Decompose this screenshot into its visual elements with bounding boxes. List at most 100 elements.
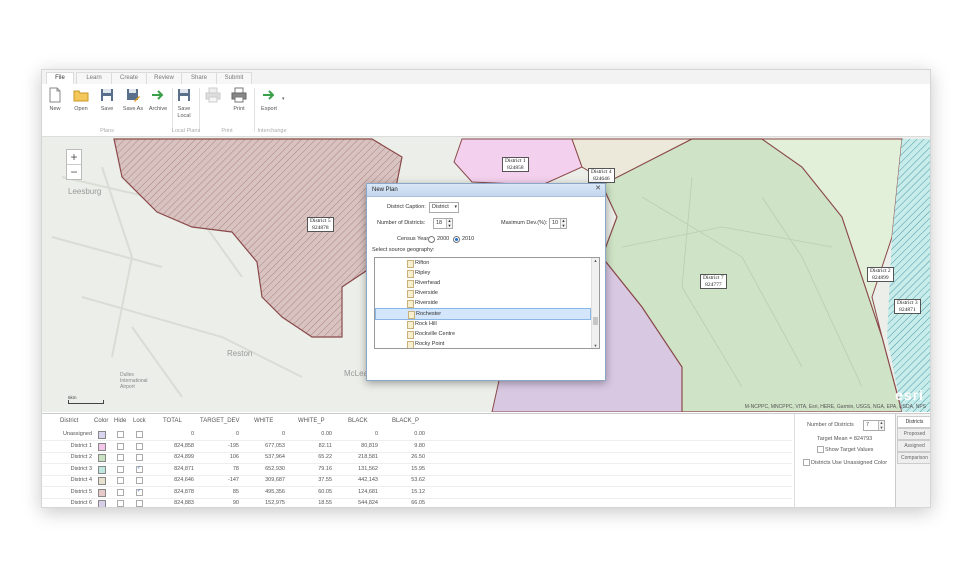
col-district[interactable]: District (60, 418, 78, 424)
lock-checkbox[interactable] (136, 477, 143, 484)
tab-share[interactable]: Share (181, 72, 217, 84)
white-p-cell: 79.16 (318, 465, 332, 472)
color-swatch[interactable] (98, 454, 106, 462)
hide-checkbox[interactable] (117, 431, 124, 438)
tab-assigned[interactable]: Assigned (897, 440, 930, 452)
print-button[interactable]: Print (227, 87, 251, 112)
show-target-checkbox[interactable] (817, 446, 824, 453)
list-item[interactable]: Riverside (375, 298, 589, 308)
list-item[interactable]: Riverside (375, 288, 589, 298)
chevron-down-icon: ▾ (454, 204, 457, 210)
color-swatch[interactable] (98, 465, 106, 474)
color-swatch[interactable] (98, 442, 106, 451)
col-target-dev[interactable]: TARGET_DEV (200, 418, 240, 424)
archive-button[interactable]: Archive (146, 87, 170, 112)
lock-checkbox[interactable] (136, 500, 143, 507)
hide-checkbox[interactable] (117, 465, 124, 473)
color-swatch[interactable] (98, 500, 106, 507)
col-color[interactable]: Color (94, 418, 108, 424)
list-item[interactable]: Rifton (375, 258, 589, 268)
col-total[interactable]: TOTAL (163, 418, 182, 424)
tab-create[interactable]: Create (111, 72, 147, 84)
scroll-thumb[interactable] (593, 317, 598, 325)
close-icon[interactable]: ✕ (595, 184, 601, 192)
lock-checkbox[interactable] (136, 431, 143, 438)
lock-checkbox[interactable] (136, 442, 143, 450)
new-button[interactable]: New (43, 87, 67, 112)
tab-submit[interactable]: Submit (216, 72, 252, 84)
ribbon-tabs: File Learn Create Review Share Submit (42, 70, 930, 85)
district-label-2[interactable]: District 2 824899 (867, 267, 894, 282)
document-icon (407, 341, 414, 348)
table-row[interactable]: Unassigned 0 0 0 0.00 0 0.00 (42, 429, 792, 441)
stepper-arrows-icon[interactable]: ▲ ▼ (878, 420, 884, 430)
zoom-out-button[interactable]: − (67, 165, 81, 179)
save-button[interactable]: Save (95, 87, 119, 112)
color-swatch[interactable] (98, 488, 106, 497)
hide-checkbox[interactable] (117, 500, 124, 507)
district-label-7[interactable]: District 7 824777 (700, 274, 727, 289)
tab-districts[interactable]: Districts (897, 416, 930, 428)
save-as-button[interactable]: Save As (121, 87, 145, 112)
color-swatch[interactable] (98, 477, 106, 485)
export-dropdown-icon[interactable]: ▾ (282, 96, 285, 102)
table-row[interactable]: District 3 824,871 78 652,930 79.16 131,562 15… (42, 464, 792, 476)
lock-checkbox[interactable] (136, 454, 143, 461)
tab-comparison[interactable]: Comparison (897, 452, 930, 464)
stepper-arrows-icon[interactable]: ▲ ▼ (446, 218, 452, 228)
open-button[interactable]: Open (69, 87, 93, 112)
district-label-3[interactable]: District 3 824871 (894, 299, 921, 314)
col-black[interactable]: BLACK (348, 418, 368, 424)
col-hide[interactable]: Hide (114, 418, 126, 424)
unassigned-color-checkbox[interactable] (803, 459, 810, 466)
col-white-p[interactable]: WHITE_P (298, 418, 325, 424)
list-item[interactable]: Ripley (375, 268, 589, 278)
col-white[interactable]: WHITE (254, 418, 273, 424)
table-row[interactable]: District 5 824,878 85 495,356 60.05 124,681 15… (42, 487, 792, 499)
tab-proposed[interactable]: Proposed (897, 428, 930, 440)
district-label-4[interactable]: District 4 824646 (588, 168, 615, 183)
side-num-districts-stepper[interactable]: 7 ▲ ▼ (863, 420, 885, 431)
group-label-interchange: Interchange (257, 128, 287, 134)
num-districts-stepper[interactable]: 18 ▲ ▼ (433, 218, 453, 229)
district-label-5[interactable]: District 5 824878 (307, 217, 334, 232)
table-row[interactable]: District 2 824,899 106 537,964 65.22 218,581 2… (42, 452, 792, 464)
table-row[interactable]: District 6 824,883 90 152,975 18.55 544,824 66… (42, 498, 792, 507)
census-2010-radio[interactable] (453, 236, 460, 243)
document-icon (407, 300, 414, 308)
list-scrollbar[interactable]: ▲ ▼ (591, 258, 599, 348)
table-row[interactable]: District 1 824,858 -195 677,053 82.11 80,819 9… (42, 441, 792, 453)
list-item[interactable]: Riverhead (375, 278, 589, 288)
max-dev-stepper[interactable]: 10 ▲ ▼ (549, 218, 567, 229)
district-label-1[interactable]: District 1 824858 (502, 157, 529, 172)
district-caption-select[interactable]: District ▾ (429, 202, 459, 213)
col-lock[interactable]: Lock (133, 418, 146, 424)
census-2000-radio[interactable] (428, 236, 435, 243)
scroll-down-icon[interactable]: ▼ (592, 343, 599, 348)
list-item[interactable]: Rockville Centre (375, 329, 589, 339)
color-swatch[interactable] (98, 431, 106, 439)
export-button[interactable]: Export (257, 87, 281, 112)
table-row[interactable]: District 4 824,646 -147 309,687 37.55 442,143… (42, 475, 792, 487)
source-geography-list[interactable]: Rifton Ripley Riverhead Riverside Rivers… (374, 257, 600, 349)
lock-checkbox[interactable] (136, 488, 143, 496)
hide-checkbox[interactable] (117, 477, 124, 484)
district-stats-panel: District Color Hide Lock TOTAL TARGET_DE… (42, 413, 930, 507)
zoom-in-button[interactable]: + (67, 150, 81, 165)
black-p-cell: 15.12 (411, 488, 425, 495)
hide-checkbox[interactable] (117, 488, 124, 496)
save-local-button[interactable]: Save Local (172, 87, 196, 120)
stepper-arrows-icon[interactable]: ▲ ▼ (560, 218, 566, 228)
lock-checkbox[interactable] (136, 465, 143, 473)
map-view[interactable]: + − Leesburg Reston McLean Dulles Intern… (42, 137, 930, 412)
white-cell: 152,975 (265, 500, 285, 506)
hide-checkbox[interactable] (117, 442, 124, 450)
tab-review[interactable]: Review (146, 72, 182, 84)
scroll-up-icon[interactable]: ▲ (592, 258, 599, 263)
col-black-p[interactable]: BLACK_P (392, 418, 419, 424)
tab-learn[interactable]: Learn (76, 72, 112, 84)
list-item[interactable]: Rock Hill (375, 319, 589, 329)
list-item[interactable]: Rocky Point (375, 339, 589, 348)
num-districts-label: Number of Districts (807, 422, 854, 428)
hide-checkbox[interactable] (117, 454, 124, 461)
